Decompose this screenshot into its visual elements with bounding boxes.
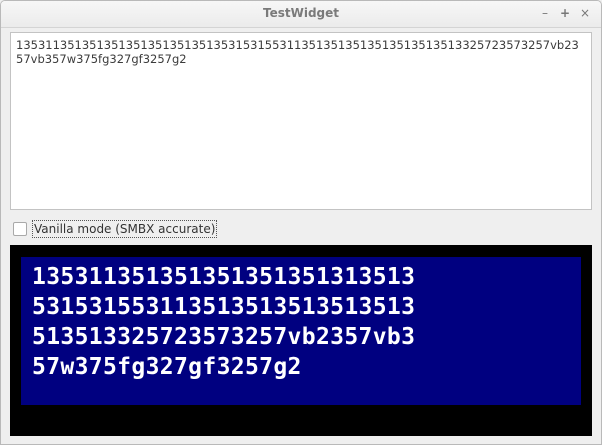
window-title: TestWidget [262,6,339,20]
message-text-editor[interactable]: 1353113513513513513513513513531531553113… [10,32,592,210]
preview-line: 135311351351351351351313513 [32,264,416,290]
preview-line: 531531553113513513513513513 [32,294,416,320]
message-box-preview: 135311351351351351351313513 531531553113… [21,257,581,405]
close-button[interactable]: × [577,5,593,21]
message-preview-frame: 135311351351351351351313513 531531553113… [10,245,592,436]
vanilla-mode-checkbox[interactable] [13,222,27,236]
maximize-button[interactable]: + [557,5,573,21]
app-window: TestWidget – + × 13531135135135135135135… [0,0,602,445]
preview-line: 57w375fg327gf3257g2 [32,354,302,380]
minimize-button[interactable]: – [537,5,553,21]
title-bar[interactable]: TestWidget – + × [1,1,601,28]
preview-line: 513513325723573257vb2357vb3 [32,324,416,350]
vanilla-mode-label[interactable]: Vanilla mode (SMBX accurate) [32,220,218,238]
